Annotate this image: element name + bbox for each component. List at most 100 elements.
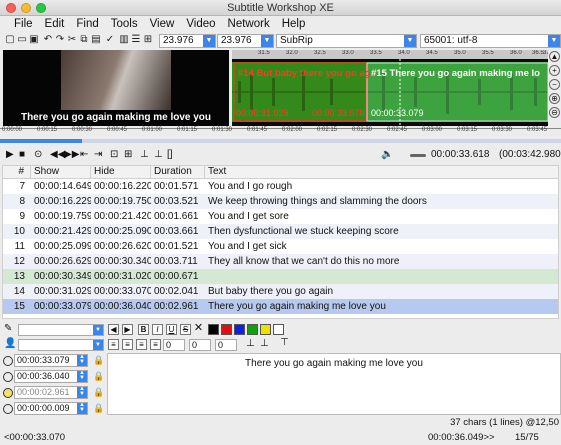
menu-video[interactable]: Video — [180, 16, 221, 33]
zoom-fit-icon[interactable]: ⊕ — [549, 93, 560, 104]
table-row[interactable]: 9 00:00:19.759 00:00:21.420 00:01.661 You an… — [3, 209, 558, 224]
col-text-header[interactable]: Text — [205, 166, 558, 178]
table-row[interactable]: 15 00:00:33.079 00:00:36.040 00:02.961 There… — [3, 299, 558, 314]
play-icon[interactable]: ▶ — [6, 149, 14, 160]
subtitle-text-editor[interactable]: There you go again making me love you — [107, 353, 561, 415]
split-line-icon[interactable]: ⊥ — [246, 338, 255, 349]
spinner-icon[interactable]: ▲ ▼ — [77, 386, 87, 398]
table-row[interactable]: 14 00:00:31.029 00:00:33.070 00:02.041 But b… — [3, 284, 558, 299]
margin-vertical-field[interactable]: 0 — [215, 339, 237, 351]
waveform-block15-label[interactable]: #15 There you go again making me lo — [371, 68, 540, 79]
show-time-field[interactable]: 00:00:33.079 ▲ ▼ — [14, 354, 88, 367]
align-top-icon[interactable]: ≡ — [150, 339, 161, 350]
strikeout-icon[interactable]: S — [180, 324, 191, 335]
copy-icon[interactable]: ⧉ — [78, 34, 90, 46]
table-row[interactable]: 11 00:00:25.099 00:00:26.620 00:01.521 You a… — [3, 239, 558, 254]
fps-icon[interactable]: ⊞ — [142, 34, 154, 46]
italic-icon[interactable]: I — [152, 324, 163, 335]
pause-icon[interactable]: ⊙ — [34, 149, 42, 160]
split-icon[interactable]: ⊥ — [140, 149, 149, 160]
set-end-icon[interactable]: ⇥ — [94, 149, 102, 160]
paste-icon[interactable]: ▤ — [90, 34, 102, 46]
actor-combo[interactable]: ▼ — [18, 324, 104, 336]
pause-time-field[interactable]: 00:00:00.009 ▲ ▼ — [14, 402, 88, 415]
align-right-icon[interactable]: ≡ — [136, 339, 147, 350]
waveform-panel[interactable]: 31.5 32.0 32.5 33.0 33.5 34.0 34.5 35.0 … — [232, 50, 548, 126]
bold-icon[interactable]: B — [138, 324, 149, 335]
clear-format-icon[interactable]: ✕ — [193, 323, 204, 335]
spinner-icon[interactable]: ▲ ▼ — [77, 402, 87, 414]
lock-icon[interactable]: 🔒 — [93, 387, 104, 398]
output-fps-combo[interactable]: 23.976 ▼ — [217, 34, 274, 48]
margin-left-field[interactable]: 0 — [163, 339, 185, 351]
menu-tools[interactable]: Tools — [105, 16, 144, 33]
align-center-icon[interactable]: ≡ — [122, 339, 133, 350]
lock-icon[interactable]: 🔒 — [93, 371, 104, 382]
timeline-scrollbar[interactable]: 0:00:00 0:00:15 0:00:30 0:00:45 0:01:00 … — [0, 127, 561, 147]
join-lines-icon[interactable]: ⊥ — [260, 338, 269, 349]
menu-view[interactable]: View — [144, 16, 181, 33]
cut-icon[interactable]: ✂ — [66, 34, 78, 46]
tree-icon[interactable]: ⊤ — [280, 337, 289, 348]
lock-icon[interactable]: 🔒 — [93, 403, 104, 414]
table-row[interactable]: 12 00:00:26.629 00:00:30.340 00:03.711 They … — [3, 254, 558, 269]
prev-icon[interactable]: ◀ — [108, 324, 119, 335]
color-blue-swatch[interactable] — [234, 324, 245, 335]
table-row[interactable]: 13 00:00:30.349 00:00:31.020 00:00.671 — [3, 269, 558, 284]
zoom-out-icon[interactable]: − — [549, 79, 560, 90]
hide-time-field[interactable]: 00:00:36.040 ▲ ▼ — [14, 370, 88, 383]
lock-icon[interactable]: 🔒 — [93, 355, 104, 366]
volume-icon[interactable]: 🔈 — [381, 149, 393, 160]
undo-icon[interactable]: ↶ — [42, 34, 54, 46]
volume-slider[interactable] — [410, 154, 426, 157]
brackets-icon[interactable]: [] — [167, 149, 173, 160]
table-row[interactable]: 10 00:00:21.429 00:00:25.090 00:03.661 Then … — [3, 224, 558, 239]
color-green-swatch[interactable] — [247, 324, 258, 335]
menu-help[interactable]: Help — [276, 16, 312, 33]
col-show-header[interactable]: Show — [31, 166, 91, 178]
save-icon[interactable]: ▣ — [28, 34, 40, 46]
margin-right-field[interactable]: 0 — [189, 339, 211, 351]
col-hide-header[interactable]: Hide — [91, 166, 151, 178]
zoom-reset-icon[interactable]: ⊖ — [549, 107, 560, 118]
stop-icon[interactable]: ■ — [19, 149, 25, 160]
encoding-combo[interactable]: 65001: utf-8 ▼ — [420, 34, 561, 48]
subtitle-grid[interactable]: # Show Hide Duration Text 7 00:00:14.649 0… — [2, 165, 559, 319]
open-file-icon[interactable]: ▭ — [16, 34, 28, 46]
scroll-up-icon[interactable]: ▲ — [549, 51, 560, 62]
forward-icon[interactable]: ▶▶ — [64, 149, 79, 160]
format-combo[interactable]: SubRip ▼ — [276, 34, 417, 48]
spinner-icon[interactable]: ▲ ▼ — [77, 354, 87, 366]
menu-file[interactable]: File — [8, 16, 39, 33]
next-icon[interactable]: ▶ — [122, 324, 133, 335]
redo-icon[interactable]: ↷ — [54, 34, 66, 46]
color-red-swatch[interactable] — [221, 324, 232, 335]
color-white-swatch[interactable] — [273, 324, 284, 335]
menu-find[interactable]: Find — [70, 16, 104, 33]
style-combo[interactable]: ▼ — [18, 339, 104, 351]
zoom-in-icon[interactable]: + — [549, 65, 560, 76]
duration-field[interactable]: 00:00:02.961 ▲ ▼ — [14, 386, 88, 399]
color-black-swatch[interactable] — [208, 324, 219, 335]
new-file-icon[interactable]: ▢ — [4, 34, 16, 46]
col-number-header[interactable]: # — [3, 166, 31, 178]
col-duration-header[interactable]: Duration — [151, 166, 205, 178]
loop-icon[interactable]: ⊞ — [124, 149, 132, 160]
align-left-icon[interactable]: ≡ — [108, 339, 119, 350]
spinner-icon[interactable]: ▲ ▼ — [77, 370, 87, 382]
menu-network[interactable]: Network — [222, 16, 276, 33]
select-range-icon[interactable]: ⊡ — [110, 149, 118, 160]
spellcheck-icon[interactable]: ✓ — [104, 34, 116, 46]
book-icon[interactable]: ▥ — [118, 34, 130, 46]
marker-icon[interactable]: ⊥ — [154, 149, 163, 160]
list-icon[interactable]: ☰ — [130, 34, 142, 46]
input-fps-combo[interactable]: 23.976 ▼ — [159, 34, 216, 48]
set-start-icon[interactable]: ⇤ — [80, 149, 88, 160]
video-preview[interactable]: There you go again making me love you — [3, 50, 229, 126]
underline-icon[interactable]: U — [166, 324, 177, 335]
table-row[interactable]: 8 00:00:16.229 00:00:19.750 00:03.521 We kee… — [3, 194, 558, 209]
waveform-block14-label[interactable]: #14 But baby there you go aga — [238, 68, 376, 79]
table-row[interactable]: 7 00:00:14.649 00:00:16.220 00:01.571 You an… — [3, 179, 558, 194]
menu-edit[interactable]: Edit — [39, 16, 71, 33]
color-yellow-swatch[interactable] — [260, 324, 271, 335]
